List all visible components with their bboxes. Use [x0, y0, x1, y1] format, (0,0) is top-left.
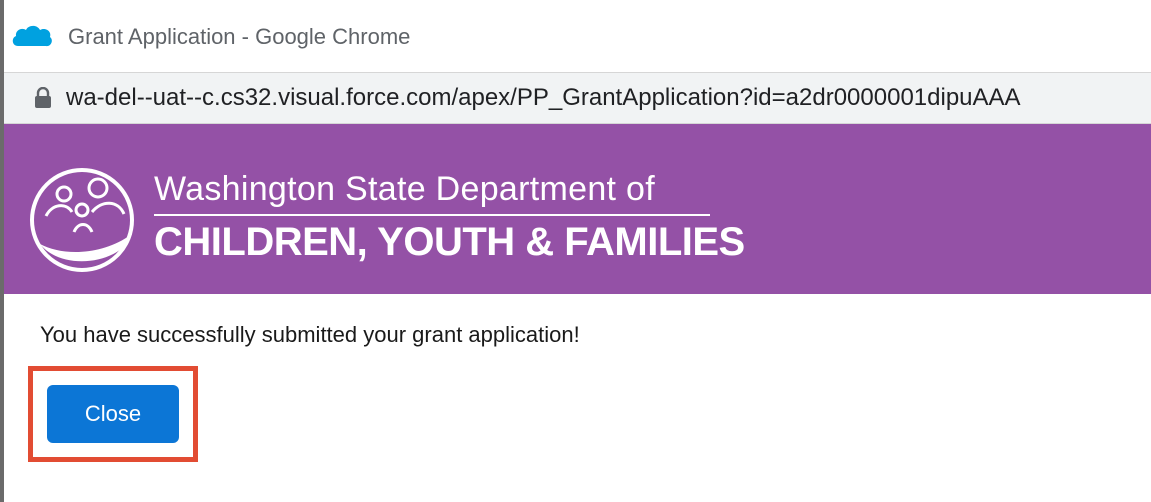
department-name: Washington State Department of — [154, 170, 656, 208]
window-title: Grant Application - Google Chrome — [68, 24, 411, 49]
header-divider — [154, 214, 710, 216]
title-bar: Grant Application - Google Chrome — [4, 0, 1151, 72]
close-button[interactable]: Close — [47, 385, 179, 443]
address-bar[interactable]: wa-del--uat--c.cs32.visual.force.com/ape… — [4, 72, 1151, 124]
agency-name: CHILDREN, YOUTH & FAMILIES — [154, 220, 745, 264]
salesforce-cloud-icon — [12, 25, 52, 47]
highlight-box: Close — [28, 366, 198, 462]
title-row: Grant Application - Google Chrome — [4, 22, 410, 52]
dcyf-family-logo-icon — [30, 168, 134, 272]
browser-window: Grant Application - Google Chrome wa-del… — [0, 0, 1151, 502]
confirmation-panel: You have successfully submitted your gra… — [4, 294, 1151, 502]
url-text[interactable]: wa-del--uat--c.cs32.visual.force.com/ape… — [66, 84, 1021, 112]
dcyf-header-banner: Washington State Department of CHILDREN,… — [4, 124, 1151, 294]
success-message: You have successfully submitted your gra… — [40, 322, 580, 347]
lock-icon[interactable] — [34, 87, 52, 109]
